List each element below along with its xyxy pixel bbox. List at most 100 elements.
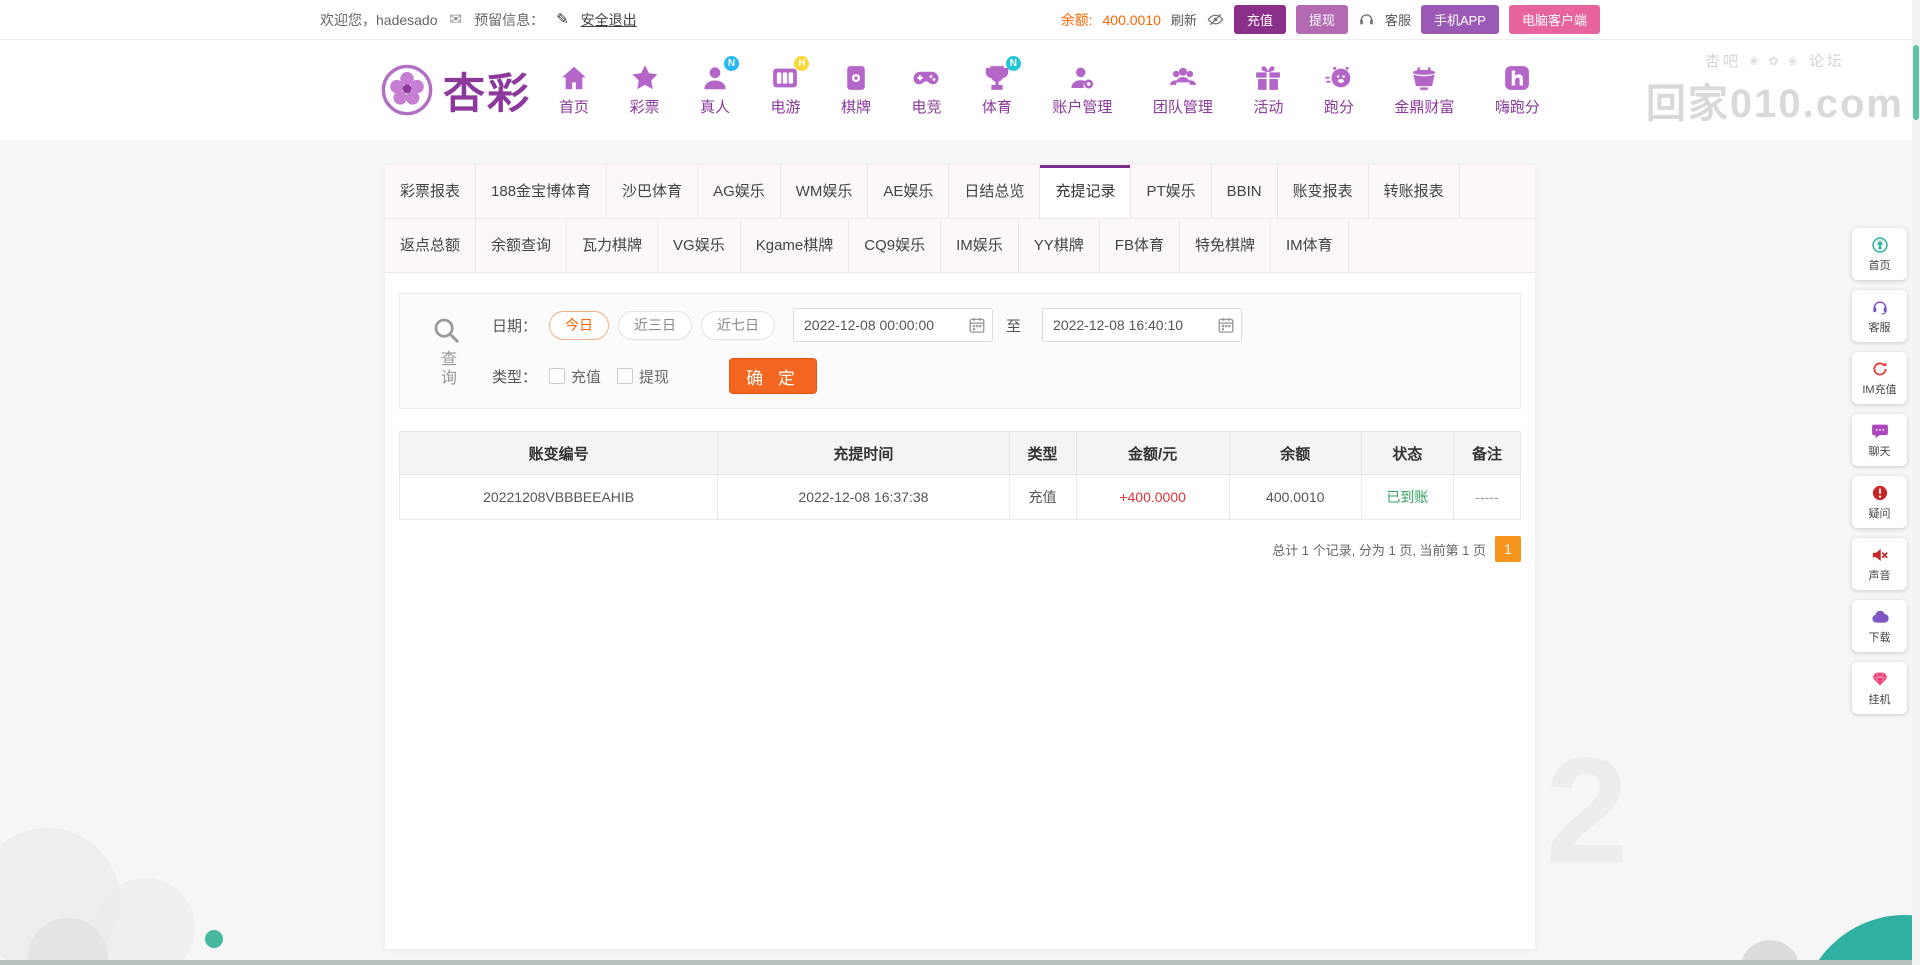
nav-item-live[interactable]: N 真人 xyxy=(700,56,739,117)
logout-link[interactable]: 安全退出 xyxy=(581,10,637,30)
watermark-left: 杏吧 xyxy=(1705,53,1742,70)
float-item-arrow-up-circle[interactable]: 首页 xyxy=(1852,228,1907,280)
tab-item[interactable]: 转账报表 xyxy=(1369,165,1460,218)
float-item-label: 挂机 xyxy=(1868,693,1891,706)
tab-item[interactable]: CQ9娱乐 xyxy=(849,219,942,272)
float-item-mute[interactable]: 声音 xyxy=(1852,538,1907,590)
tab-item[interactable]: 特免棋牌 xyxy=(1180,219,1271,272)
main-card: 彩票报表 188金宝博体育 沙巴体育 AG娱乐 WM娱乐 AE娱乐 日结总览 充提记录 PT娱乐… xyxy=(385,165,1535,949)
pc-client-button[interactable]: 电脑客户端 xyxy=(1508,5,1600,34)
table-header-cell: 备注 xyxy=(1452,431,1522,475)
tab-item[interactable]: 账变报表 xyxy=(1278,165,1369,218)
confirm-button[interactable]: 确 定 xyxy=(729,358,818,394)
type-checkbox[interactable]: 充值 xyxy=(549,366,601,387)
mobile-app-button[interactable]: 手机APP xyxy=(1420,5,1499,34)
tab-item[interactable]: 充提记录 xyxy=(1040,165,1132,218)
type-checkbox[interactable]: 提现 xyxy=(617,366,669,387)
tab-item[interactable]: YY棋牌 xyxy=(1019,219,1100,272)
eye-off-icon[interactable] xyxy=(1207,11,1224,28)
nav-item-home[interactable]: 首页 xyxy=(559,63,589,117)
tab-item[interactable]: AE娱乐 xyxy=(868,165,950,218)
tabs-row-1: 彩票报表 188金宝博体育 沙巴体育 AG娱乐 WM娱乐 AE娱乐 日结总览 充提记录 PT娱乐… xyxy=(385,165,1535,219)
activity-icon xyxy=(1253,63,1283,93)
float-item-gem[interactable]: 挂机 xyxy=(1852,662,1907,714)
float-item-exclaim[interactable]: 疑问 xyxy=(1852,476,1907,528)
date-from-input[interactable] xyxy=(793,308,994,342)
pagination: 总计 1 个记录, 分为 1 页, 当前第 1 页 1 xyxy=(399,536,1521,562)
jinding-icon xyxy=(1409,63,1439,93)
float-item-label: 聊天 xyxy=(1868,445,1891,458)
service-link[interactable]: 客服 xyxy=(1385,10,1411,29)
tab-item[interactable]: 彩票报表 xyxy=(385,165,477,218)
chat-icon xyxy=(1871,422,1889,440)
logo[interactable]: 杏彩 xyxy=(380,60,531,121)
nav-item-account[interactable]: 账户管理 xyxy=(1052,63,1112,117)
nav-item-lottery[interactable]: 彩票 xyxy=(630,63,660,117)
float-item-chat[interactable]: 聊天 xyxy=(1852,414,1907,466)
checkbox-box[interactable] xyxy=(549,368,566,384)
tab-item[interactable]: 188金宝博体育 xyxy=(476,165,608,218)
nav-item-sports[interactable]: N 体育 xyxy=(982,56,1021,117)
tab-item[interactable]: Kgame棋牌 xyxy=(741,219,850,272)
refresh-link[interactable]: 刷新 xyxy=(1171,10,1197,29)
calendar-icon[interactable] xyxy=(1217,316,1235,334)
tab-item[interactable]: AG娱乐 xyxy=(698,165,781,218)
table-header-cell: 状态 xyxy=(1360,431,1454,475)
nav-item-label: 金鼎财富 xyxy=(1394,99,1455,116)
tab-item[interactable]: PT娱乐 xyxy=(1131,165,1212,218)
exclaim-icon xyxy=(1871,484,1889,502)
scrollbar-thumb[interactable] xyxy=(1913,45,1919,120)
nav-item-esports[interactable]: 电竞 xyxy=(911,63,941,117)
date-to-input[interactable] xyxy=(1042,308,1243,342)
nav-item-label: 彩票 xyxy=(629,99,660,116)
page-number-button[interactable]: 1 xyxy=(1495,536,1521,562)
date-preset-button[interactable]: 近七日 xyxy=(701,310,776,340)
float-item-refresh[interactable]: IM充值 xyxy=(1852,352,1907,404)
float-item-cloud[interactable]: 下载 xyxy=(1852,600,1907,652)
tab-item[interactable]: VG娱乐 xyxy=(658,219,741,272)
recharge-button[interactable]: 充值 xyxy=(1233,5,1286,34)
nav-item-activity[interactable]: 活动 xyxy=(1253,63,1283,117)
header: 杏彩 首页 彩票 N 真人 H 电游 棋牌 电竞 N 体育 账户管理 团队管理 … xyxy=(0,40,1920,140)
nav-item-paofen[interactable]: 跑分 xyxy=(1324,63,1354,117)
edit-icon[interactable]: ✎ xyxy=(556,12,569,27)
tab-item[interactable]: 沙巴体育 xyxy=(607,165,699,218)
mail-icon[interactable]: ✉ xyxy=(450,12,463,27)
date-preset-button[interactable]: 近三日 xyxy=(618,310,693,340)
type-label: 类型： xyxy=(492,368,538,386)
nav-item-slots[interactable]: H 电游 xyxy=(770,56,810,117)
table-cell-balance: 400.0010 xyxy=(1228,474,1362,520)
table-row: 20221208VBBBEEAHIB 2022-12-08 16:37:38 充值 +… xyxy=(398,474,1522,520)
float-item-label: 疑问 xyxy=(1868,507,1891,520)
tab-item[interactable]: FB体育 xyxy=(1100,219,1180,272)
nav-item-jinding[interactable]: 金鼎财富 xyxy=(1394,63,1454,117)
date-preset-button[interactable]: 今日 xyxy=(549,310,610,340)
date-from-wrap xyxy=(793,308,994,342)
filter-main: 日期： 今日近三日近七日 至 类型： 充值 xyxy=(492,308,1520,394)
scrollbar[interactable] xyxy=(1912,0,1920,965)
date-to-wrap xyxy=(1042,308,1243,342)
tabs-row-2: 返点总额 余额查询 瓦力棋牌 VG娱乐 Kgame棋牌 CQ9娱乐 IM娱乐 YY棋牌 FB体育… xyxy=(385,219,1535,273)
slots-icon: H xyxy=(770,56,810,93)
tab-item[interactable]: IM娱乐 xyxy=(941,219,1019,272)
reserved-info-label: 预留信息： xyxy=(474,11,545,28)
tab-item[interactable]: IM体育 xyxy=(1271,219,1349,272)
tab-item[interactable]: 返点总额 xyxy=(385,219,477,272)
records-table-wrap: 账变编号 充提时间 类型 金额/元 余额 状态 备注 20221208VBBBEEAHIB 2… xyxy=(398,431,1522,520)
tab-item[interactable]: 瓦力棋牌 xyxy=(567,219,659,272)
tab-item[interactable]: BBIN xyxy=(1212,165,1278,218)
tab-item[interactable]: 余额查询 xyxy=(476,219,568,272)
nav-item-hipaofen[interactable]: 嗨跑分 xyxy=(1495,63,1540,117)
records-table: 账变编号 充提时间 类型 金额/元 余额 状态 备注 20221208VBBBEEAHIB 2… xyxy=(398,431,1522,520)
float-item-headset[interactable]: 客服 xyxy=(1852,290,1907,342)
calendar-icon[interactable] xyxy=(968,316,986,334)
arrow-up-circle-icon xyxy=(1871,236,1889,254)
checkbox-box[interactable] xyxy=(617,368,634,384)
nav-item-team[interactable]: 团队管理 xyxy=(1153,63,1213,117)
tab-item[interactable]: 日结总览 xyxy=(949,165,1041,218)
withdraw-button[interactable]: 提现 xyxy=(1295,5,1348,34)
nav-item-label: 棋牌 xyxy=(840,99,871,116)
query-label: 查询 xyxy=(438,349,455,388)
tab-item[interactable]: WM娱乐 xyxy=(781,165,869,218)
nav-item-chess[interactable]: 棋牌 xyxy=(841,63,871,117)
